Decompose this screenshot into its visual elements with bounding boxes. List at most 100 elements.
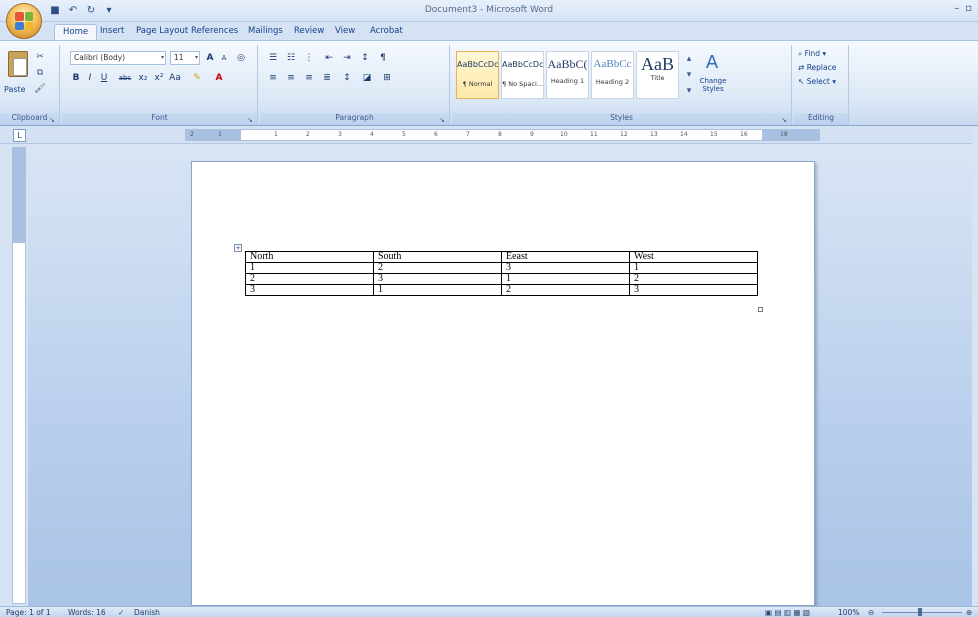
ruler-number: 18 xyxy=(780,131,788,138)
proofing-icon[interactable]: ✓ xyxy=(118,608,124,617)
numbering-icon[interactable]: ☷ xyxy=(284,51,298,65)
tab-selector-button[interactable]: L xyxy=(13,129,26,142)
zoom-out-icon[interactable]: ⊖ xyxy=(868,608,874,617)
table-cell[interactable]: South xyxy=(373,251,502,263)
justify-icon[interactable]: ≣ xyxy=(320,71,334,85)
tab-home[interactable]: Home xyxy=(54,24,98,40)
paragraph-group: ☰ ☷ ⋮ ⇤ ⇥ ↕ ¶ ≡ ≡ ≡ ≣ ↕ ◪ ⊞ Paragraph ↘ xyxy=(260,45,450,125)
table-move-handle-icon[interactable]: + xyxy=(234,244,242,252)
table-cell[interactable]: 1 xyxy=(373,284,502,296)
tab-references[interactable]: References xyxy=(183,24,246,40)
underline-button[interactable]: U xyxy=(98,71,110,85)
table-cell[interactable]: North xyxy=(245,251,374,263)
multilevel-list-icon[interactable]: ⋮ xyxy=(302,51,316,65)
sort-icon[interactable]: ↕ xyxy=(358,51,372,65)
change-styles-button[interactable]: Change Styles xyxy=(696,77,730,93)
shrink-font-icon[interactable]: A xyxy=(218,51,230,65)
change-case-button[interactable]: Aa xyxy=(168,71,182,85)
table-resize-handle[interactable] xyxy=(758,307,763,312)
data-table[interactable]: North South Eeast West 1 2 3 1 2 3 1 2 3… xyxy=(245,251,758,296)
subscript-button[interactable]: x₂ xyxy=(136,71,150,85)
table-cell[interactable]: 1 xyxy=(501,273,630,285)
replace-button[interactable]: ⇄ Replace xyxy=(798,63,836,72)
style-heading-1[interactable]: AaBbC( Heading 1 xyxy=(546,51,589,99)
superscript-button[interactable]: x² xyxy=(152,71,166,85)
tab-review[interactable]: Review xyxy=(286,24,332,40)
vertical-scrollbar[interactable] xyxy=(972,127,978,607)
maximize-button[interactable]: ▫ xyxy=(965,3,972,14)
table-cell[interactable]: Eeast xyxy=(501,251,630,263)
word-count-status[interactable]: Words: 16 xyxy=(68,608,106,617)
tab-acrobat[interactable]: Acrobat xyxy=(362,24,411,40)
table-cell[interactable]: 2 xyxy=(629,273,758,285)
table-cell[interactable]: 2 xyxy=(245,273,374,285)
styles-scroll-icon[interactable]: ▴ ▾ ▾ xyxy=(683,51,695,99)
paste-icon[interactable] xyxy=(8,51,28,77)
table-cell[interactable]: 3 xyxy=(501,262,630,274)
document-page[interactable]: + North South Eeast West 1 2 3 1 2 3 1 2… xyxy=(191,161,815,606)
table-cell[interactable]: 3 xyxy=(245,284,374,296)
font-color-icon[interactable]: A xyxy=(212,71,226,85)
shading-icon[interactable]: ◪ xyxy=(360,71,374,85)
table-cell[interactable]: West xyxy=(629,251,758,263)
grow-font-icon[interactable]: A xyxy=(204,51,216,65)
cut-icon[interactable]: ✂ xyxy=(34,51,46,63)
page-count-status[interactable]: Page: 1 of 1 xyxy=(6,608,51,617)
style-title[interactable]: AaB Title xyxy=(636,51,679,99)
office-button[interactable] xyxy=(6,3,42,39)
bold-button[interactable]: B xyxy=(70,71,82,85)
line-spacing-icon[interactable]: ↕ xyxy=(340,71,354,85)
table-cell[interactable]: 3 xyxy=(629,284,758,296)
right-margin-area xyxy=(762,130,819,140)
style-normal[interactable]: AaBbCcDc ¶ Normal xyxy=(456,51,499,99)
find-button[interactable]: ⌕ Find ▾ xyxy=(798,49,826,59)
ruler-number: 5 xyxy=(402,131,406,138)
highlight-icon[interactable]: ✎ xyxy=(190,71,204,85)
align-left-icon[interactable]: ≡ xyxy=(266,71,280,85)
increase-indent-icon[interactable]: ⇥ xyxy=(340,51,354,65)
italic-button[interactable]: I xyxy=(84,71,96,85)
align-center-icon[interactable]: ≡ xyxy=(284,71,298,85)
table-cell[interactable]: 2 xyxy=(501,284,630,296)
copy-icon[interactable]: ⧉ xyxy=(34,67,46,79)
font-name-combo[interactable]: Calibri (Body) ▾ xyxy=(70,51,166,65)
table-cell[interactable]: 1 xyxy=(629,262,758,274)
clipboard-launcher-icon[interactable]: ↘ xyxy=(49,116,57,124)
bullets-icon[interactable]: ☰ xyxy=(266,51,280,65)
table-cell[interactable]: 3 xyxy=(373,273,502,285)
clear-formatting-icon[interactable]: ◎ xyxy=(234,51,248,65)
table-cell[interactable]: 2 xyxy=(373,262,502,274)
font-launcher-icon[interactable]: ↘ xyxy=(247,116,255,124)
align-right-icon[interactable]: ≡ xyxy=(302,71,316,85)
tab-view[interactable]: View xyxy=(327,24,363,40)
paragraph-launcher-icon[interactable]: ↘ xyxy=(439,116,447,124)
style-heading-2[interactable]: AaBbCc Heading 2 xyxy=(591,51,634,99)
styles-launcher-icon[interactable]: ↘ xyxy=(781,116,789,124)
decrease-indent-icon[interactable]: ⇤ xyxy=(322,51,336,65)
table-cell[interactable]: 1 xyxy=(245,262,374,274)
paste-button-label[interactable]: Paste xyxy=(4,85,26,94)
zoom-level[interactable]: 100% xyxy=(838,608,859,617)
horizontal-ruler[interactable]: 2 1 1 2 3 4 5 6 7 8 9 10 11 12 13 14 15 … xyxy=(185,129,820,141)
view-buttons[interactable]: ▣ ▤ ▥ ▦ ▧ xyxy=(765,608,810,617)
show-formatting-icon[interactable]: ¶ xyxy=(376,51,390,65)
tab-insert[interactable]: Insert xyxy=(92,24,132,40)
style-heading-1-sample: AaBbC( xyxy=(547,57,588,71)
vertical-ruler[interactable] xyxy=(12,147,26,604)
select-button[interactable]: ↖ Select ▾ xyxy=(798,77,836,86)
zoom-in-icon[interactable]: ⊕ xyxy=(966,608,972,617)
ruler-number: 9 xyxy=(530,131,534,138)
zoom-slider-thumb[interactable] xyxy=(918,608,922,616)
tab-mailings[interactable]: Mailings xyxy=(240,24,291,40)
font-size-combo[interactable]: 11 ▾ xyxy=(170,51,200,65)
find-icon: ⌕ xyxy=(798,49,803,58)
minimize-button[interactable]: – xyxy=(954,3,959,14)
language-status[interactable]: Danish xyxy=(134,608,160,617)
strikethrough-button[interactable]: abc xyxy=(116,71,134,85)
style-no-spacing[interactable]: AaBbCcDc ¶ No Spaci... xyxy=(501,51,544,99)
zoom-slider[interactable] xyxy=(882,612,962,613)
format-painter-icon[interactable]: 🖌 xyxy=(34,83,46,95)
style-title-sample: AaB xyxy=(641,54,674,74)
borders-icon[interactable]: ⊞ xyxy=(380,71,394,85)
change-styles-icon[interactable]: A xyxy=(698,51,726,73)
